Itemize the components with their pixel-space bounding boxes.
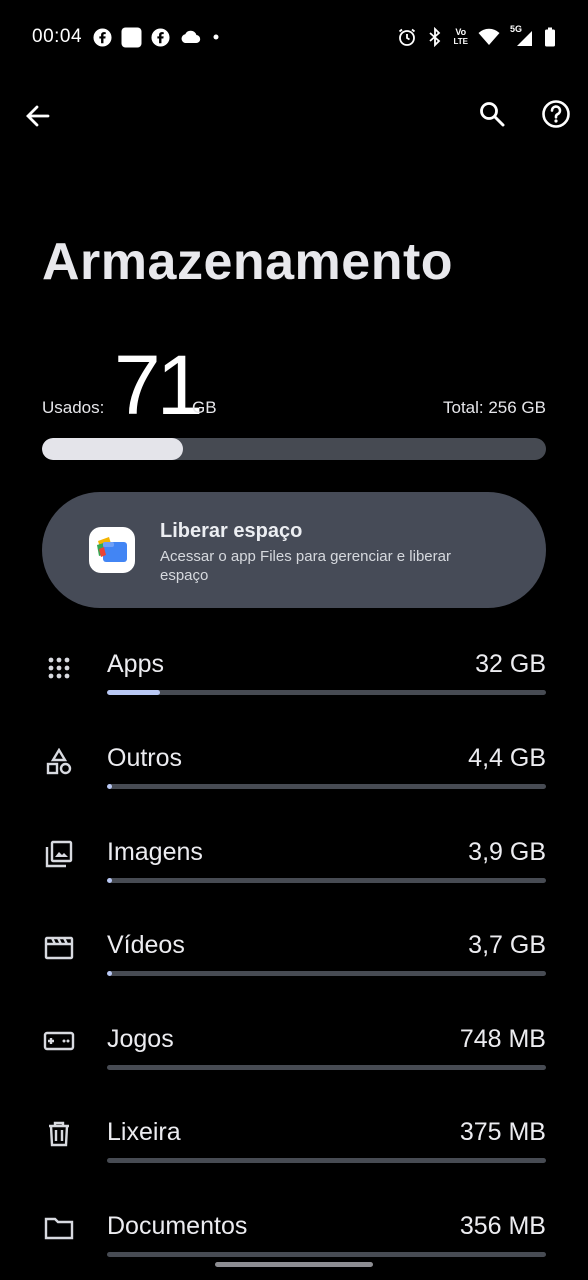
free-up-space-card[interactable]: Liberar espaço Acessar o app Files para … — [42, 492, 546, 608]
category-name: Jogos — [107, 1025, 174, 1053]
gamepad-icon — [43, 1025, 75, 1057]
search-button[interactable] — [476, 98, 508, 130]
category-name: Apps — [107, 650, 164, 678]
dot-icon — [210, 31, 222, 43]
gesture-nav-handle[interactable] — [215, 1262, 373, 1267]
category-progress-bar — [107, 971, 546, 976]
wifi-icon — [478, 28, 500, 46]
category-progress-bar — [107, 1065, 546, 1070]
category-progress-bar — [107, 1158, 546, 1163]
category-size: 3,9 GB — [468, 838, 546, 866]
category-name: Documentos — [107, 1212, 248, 1240]
category-size: 375 MB — [459, 1118, 546, 1146]
category-size: 3,7 GB — [468, 931, 546, 959]
category-name: Lixeira — [107, 1118, 181, 1146]
arrow-back-icon — [26, 105, 50, 127]
status-bar: 00:04 Vo LTE 5G — [0, 0, 588, 74]
volte-bottom-label: LTE — [453, 37, 468, 46]
category-documentos[interactable]: Documentos 356 MB — [0, 1204, 588, 1280]
status-right: Vo LTE 5G — [397, 24, 556, 47]
category-videos[interactable]: Vídeos 3,7 GB — [0, 923, 588, 1017]
total-label: Total: 256 GB — [442, 398, 546, 417]
folder-icon — [43, 1212, 75, 1244]
category-progress-bar — [107, 690, 546, 695]
help-button[interactable] — [540, 98, 572, 130]
category-progress-fill — [107, 784, 113, 789]
used-value: 71 — [114, 338, 203, 432]
page-title: Armazenamento — [42, 233, 454, 291]
usage-progress-bar — [42, 438, 546, 460]
signal-5g-icon: 5G — [510, 24, 534, 47]
category-progress-fill — [107, 878, 112, 883]
used-unit: GB — [192, 398, 217, 417]
files-app-icon — [89, 527, 135, 573]
card-subtitle: Acessar o app Files para gerenciar e lib… — [160, 548, 451, 584]
images-icon — [43, 838, 75, 870]
battery-icon — [544, 27, 556, 47]
top-app-bar — [0, 96, 588, 136]
card-title: Liberar espaço — [160, 520, 303, 542]
cloud-icon — [179, 29, 201, 45]
used-label: Usados: — [42, 398, 105, 417]
category-progress-fill — [107, 690, 160, 695]
category-lixeira[interactable]: Lixeira 375 MB — [0, 1110, 588, 1204]
usage-summary: Usados: 71 GB Total: 256 GB — [42, 340, 546, 430]
category-size: 748 MB — [459, 1025, 546, 1053]
category-size: 32 GB — [475, 650, 546, 678]
trash-icon — [43, 1118, 75, 1150]
back-button[interactable] — [22, 100, 54, 132]
facebook-icon — [151, 27, 170, 47]
status-time: 00:04 — [32, 26, 83, 47]
facebook-icon — [93, 27, 112, 47]
apps-grid-icon — [43, 652, 75, 684]
category-apps[interactable]: Apps 32 GB — [0, 642, 588, 736]
usage-progress-fill — [42, 438, 184, 460]
category-name: Imagens — [107, 838, 203, 866]
volte-icon: Vo LTE — [453, 27, 468, 47]
category-name: Vídeos — [107, 931, 185, 959]
category-progress-fill — [107, 971, 112, 976]
category-progress-bar — [107, 1252, 546, 1257]
category-jogos[interactable]: Jogos 748 MB — [0, 1017, 588, 1111]
category-size: 4,4 GB — [468, 744, 546, 772]
volte-top-label: Vo — [455, 27, 467, 37]
category-size: 356 MB — [459, 1212, 546, 1240]
movie-icon — [43, 931, 75, 963]
help-icon — [542, 100, 570, 128]
app-square-icon — [121, 27, 142, 48]
category-imagens[interactable]: Imagens 3,9 GB — [0, 830, 588, 924]
shapes-icon — [43, 746, 75, 778]
category-progress-bar — [107, 878, 546, 883]
category-name: Outros — [107, 744, 183, 772]
category-outros[interactable]: Outros 4,4 GB — [0, 736, 588, 830]
alarm-icon — [397, 27, 417, 47]
storage-screen: 00:04 Vo LTE 5G Armazenamento Usados: 71… — [0, 0, 588, 1280]
bluetooth-icon — [427, 27, 443, 47]
search-icon — [480, 102, 505, 127]
status-left: 00:04 — [32, 26, 222, 48]
category-progress-bar — [107, 784, 546, 789]
